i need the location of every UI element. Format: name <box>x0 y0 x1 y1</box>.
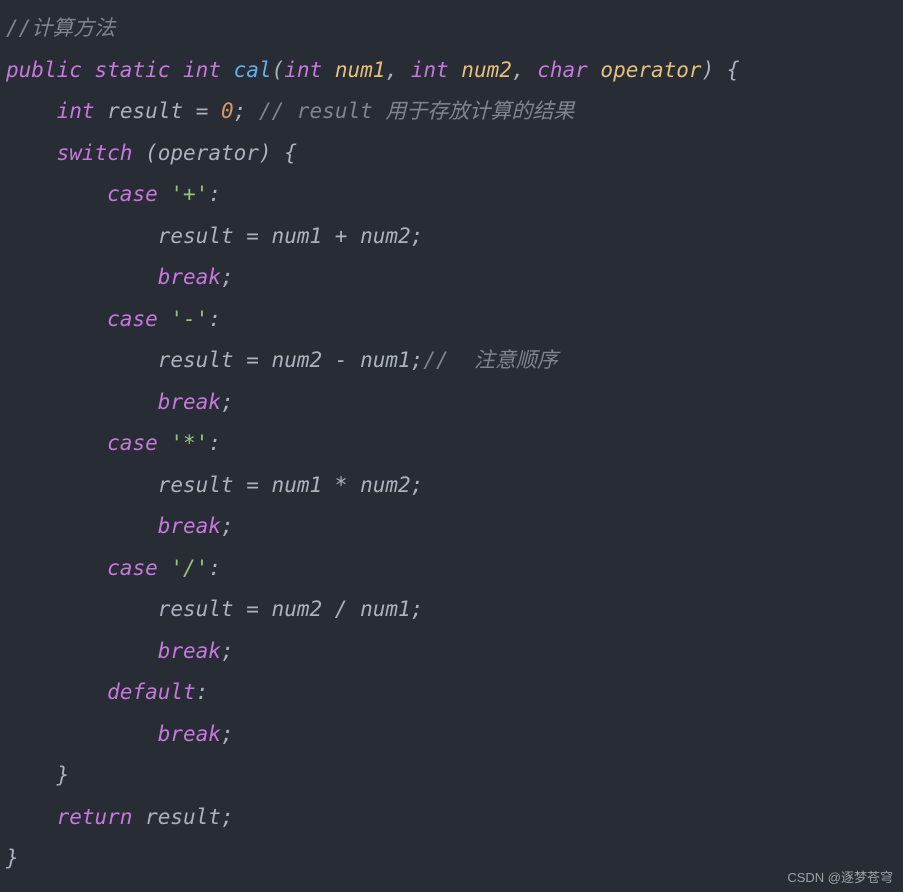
kw-case: case <box>107 182 158 206</box>
comment-result: // result 用于存放计算的结果 <box>259 99 574 123</box>
var-result: result <box>158 473 234 497</box>
lit-star: '*' <box>170 431 208 455</box>
paren-close: ) <box>702 58 715 82</box>
semi: ; <box>411 224 424 248</box>
semi: ; <box>221 514 234 538</box>
op-eq: = <box>246 224 259 248</box>
semi: ; <box>221 722 234 746</box>
semi: ; <box>221 639 234 663</box>
expr-operator: operator <box>158 141 259 165</box>
kw-default: default <box>107 680 196 704</box>
paren-open: ( <box>145 141 158 165</box>
param-num2: num2 <box>461 58 512 82</box>
param-operator: operator <box>600 58 701 82</box>
kw-return: return <box>57 805 133 829</box>
var-result: result <box>158 224 234 248</box>
var-num1: num1 <box>272 224 323 248</box>
var-num2: num2 <box>272 348 323 372</box>
colon: : <box>208 556 221 580</box>
colon: : <box>196 680 209 704</box>
semi: ; <box>221 805 234 829</box>
lit-slash: '/' <box>170 556 208 580</box>
kw-break: break <box>158 722 221 746</box>
colon: : <box>208 182 221 206</box>
colon: : <box>208 431 221 455</box>
comment-line: //计算方法 <box>6 16 115 40</box>
semi: ; <box>411 597 424 621</box>
op-minus: - <box>335 348 348 372</box>
var-result: result <box>158 597 234 621</box>
comment-order: // 注意顺序 <box>423 348 558 372</box>
op-eq: = <box>246 348 259 372</box>
kw-public: public <box>6 58 82 82</box>
op-eq: = <box>246 473 259 497</box>
var-result: result <box>158 348 234 372</box>
semi: ; <box>234 99 247 123</box>
code-block: //计算方法 public static int cal(int num1, i… <box>0 0 903 888</box>
comma: , <box>385 58 398 82</box>
var-num2: num2 <box>272 597 323 621</box>
brace-open: { <box>284 141 297 165</box>
var-num1: num1 <box>360 597 411 621</box>
watermark: CSDN @逐梦苍穹 <box>787 867 893 886</box>
kw-case: case <box>107 556 158 580</box>
var-num1: num1 <box>272 473 323 497</box>
kw-case: case <box>107 431 158 455</box>
var-result: result <box>107 99 183 123</box>
semi: ; <box>411 348 424 372</box>
op-eq: = <box>196 99 209 123</box>
kw-break: break <box>158 390 221 414</box>
semi: ; <box>221 265 234 289</box>
func-name: cal <box>234 58 272 82</box>
brace-close: } <box>6 846 19 870</box>
type-int: int <box>411 58 449 82</box>
param-num1: num1 <box>335 58 386 82</box>
var-num1: num1 <box>360 348 411 372</box>
paren-open: ( <box>272 58 285 82</box>
kw-case: case <box>107 307 158 331</box>
var-result: result <box>145 805 221 829</box>
type-int: int <box>284 58 322 82</box>
brace-close: } <box>57 763 70 787</box>
lit-plus: '+' <box>170 182 208 206</box>
brace-open: { <box>727 58 740 82</box>
op-eq: = <box>246 597 259 621</box>
type-char: char <box>537 58 588 82</box>
kw-break: break <box>158 514 221 538</box>
lit-zero: 0 <box>221 99 234 123</box>
comma: , <box>512 58 525 82</box>
kw-break: break <box>158 639 221 663</box>
var-num2: num2 <box>360 473 411 497</box>
op-plus: + <box>335 224 348 248</box>
op-slash: / <box>335 597 348 621</box>
paren-close: ) <box>259 141 272 165</box>
semi: ; <box>411 473 424 497</box>
kw-static: static <box>95 58 171 82</box>
op-star: * <box>335 473 348 497</box>
semi: ; <box>221 390 234 414</box>
type-int: int <box>57 99 95 123</box>
type-int: int <box>183 58 221 82</box>
kw-break: break <box>158 265 221 289</box>
lit-minus: '-' <box>170 307 208 331</box>
kw-switch: switch <box>57 141 133 165</box>
colon: : <box>208 307 221 331</box>
var-num2: num2 <box>360 224 411 248</box>
